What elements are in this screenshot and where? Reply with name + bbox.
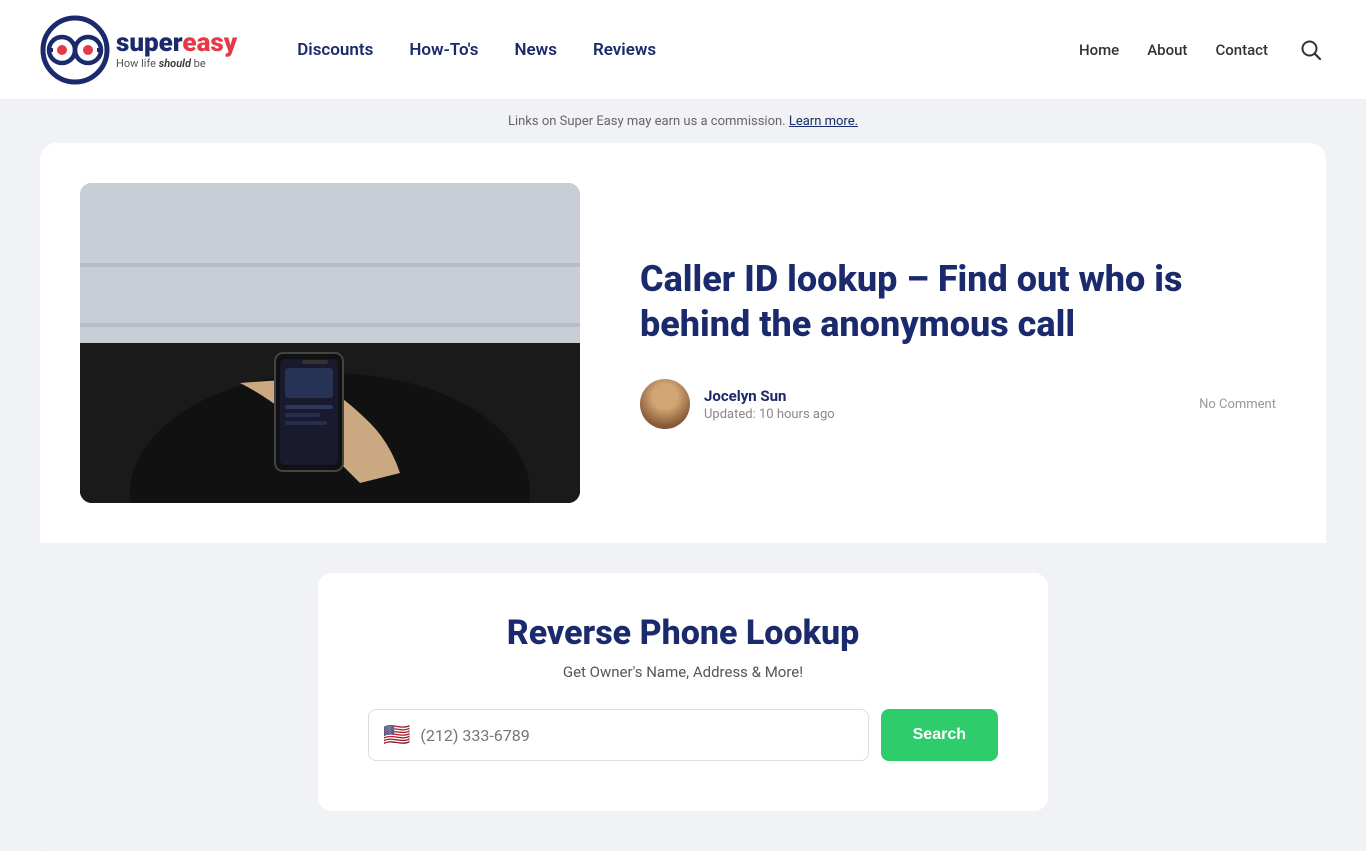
site-logo[interactable]: supereasy How life should be [40,15,237,85]
nav-reviews[interactable]: Reviews [593,40,656,60]
learn-more-link[interactable]: Learn more. [789,114,858,129]
search-button-widget[interactable]: Search [881,709,998,761]
phone-input[interactable] [420,726,853,745]
article-text-area: Caller ID lookup – Find out who is behin… [640,257,1276,429]
main-navigation: Discounts How-To's News Reviews [297,40,1079,60]
search-button[interactable] [1296,35,1326,65]
article-image [80,183,580,503]
main-content-card: Caller ID lookup – Find out who is behin… [40,143,1326,851]
search-bar: 🇺🇸 Search [368,709,998,761]
notice-bar: Links on Super Easy may earn us a commis… [0,100,1366,143]
flag-icon: 🇺🇸 [383,723,410,748]
logo-tagline: How life should be [116,58,237,69]
logo-name: supereasy [116,30,237,56]
right-navigation: Home About Contact [1079,35,1326,65]
lookup-widget: Reverse Phone Lookup Get Owner's Name, A… [318,573,1048,811]
article-title: Caller ID lookup – Find out who is behin… [640,257,1276,347]
widget-section: Reverse Phone Lookup Get Owner's Name, A… [40,543,1326,851]
logo-svg [40,15,110,85]
search-icon [1300,39,1322,61]
article-hero: Caller ID lookup – Find out who is behin… [40,143,1326,543]
nav-contact[interactable]: Contact [1215,41,1268,59]
author-row: Jocelyn Sun Updated: 10 hours ago No Com… [640,379,1276,429]
nav-news[interactable]: News [514,40,556,60]
widget-subtitle: Get Owner's Name, Address & More! [368,663,998,681]
article-illustration [80,183,580,503]
author-avatar [640,379,690,429]
phone-input-wrapper: 🇺🇸 [368,709,869,761]
widget-title: Reverse Phone Lookup [368,613,998,653]
nav-home[interactable]: Home [1079,41,1119,59]
author-info: Jocelyn Sun Updated: 10 hours ago [704,387,1185,422]
nav-about[interactable]: About [1147,41,1187,59]
nav-howtos[interactable]: How-To's [409,40,478,60]
logo-text: supereasy How life should be [116,30,237,69]
comment-count: No Comment [1199,397,1276,412]
site-header: supereasy How life should be Discounts H… [0,0,1366,100]
nav-discounts[interactable]: Discounts [297,40,373,60]
author-name: Jocelyn Sun [704,387,1185,405]
author-updated: Updated: 10 hours ago [704,407,1185,422]
